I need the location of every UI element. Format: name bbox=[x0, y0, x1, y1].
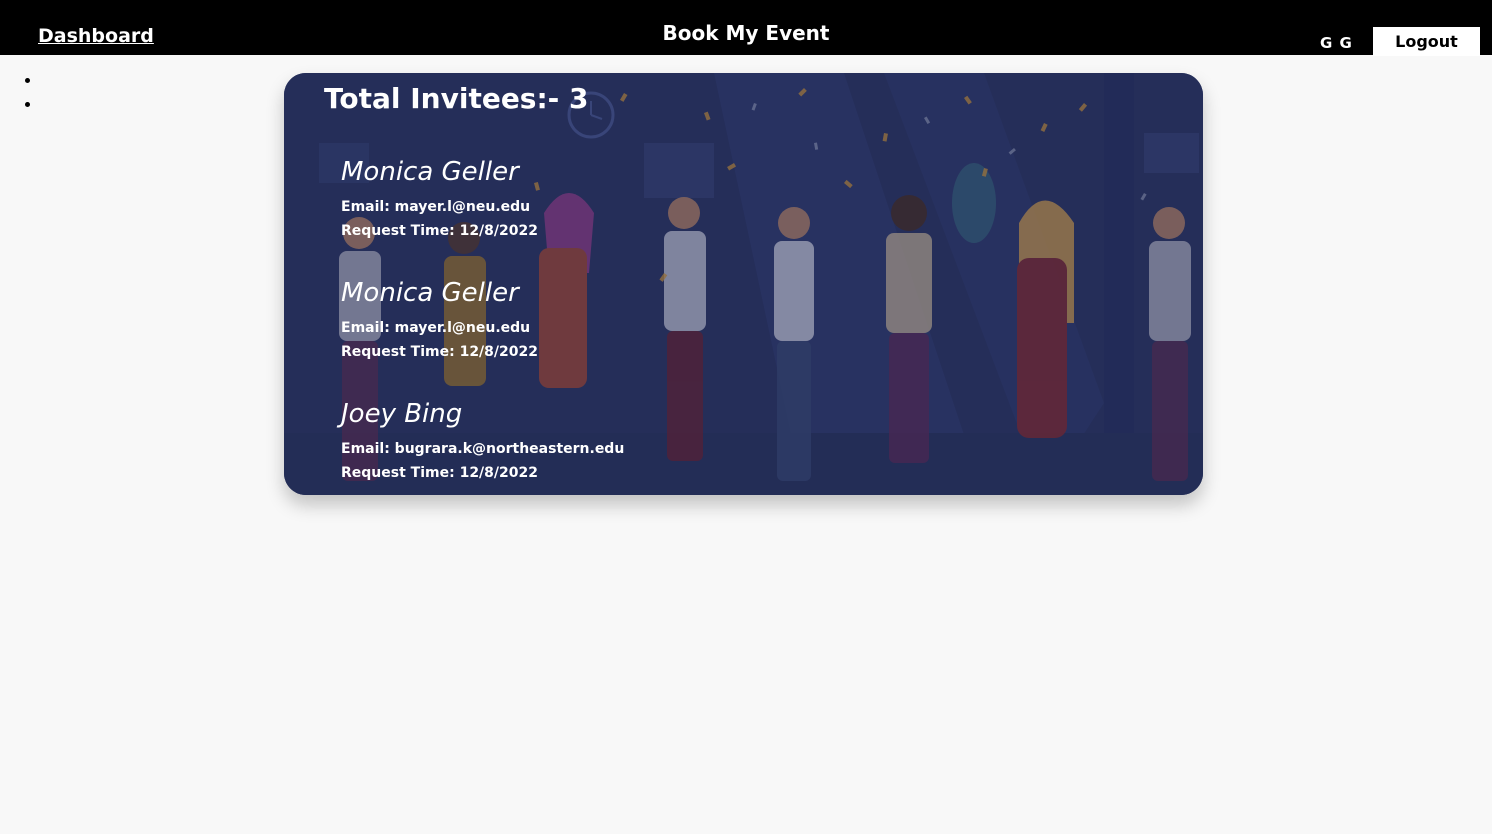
invitee-email: Email: mayer.l@neu.edu bbox=[341, 316, 538, 340]
invitee-request-time: Request Time: 12/8/2022 bbox=[341, 461, 624, 485]
logout-button[interactable]: Logout bbox=[1373, 27, 1480, 56]
request-time-value: 12/8/2022 bbox=[459, 344, 538, 360]
email-label: Email: bbox=[341, 199, 390, 215]
invitee-name: Monica Geller bbox=[341, 157, 519, 187]
email-value: mayer.l@neu.edu bbox=[394, 320, 531, 336]
invitee-entry: Monica Geller Email: mayer.l@neu.edu Req… bbox=[341, 157, 538, 243]
request-time-label: Request Time: bbox=[341, 344, 455, 360]
invitee-email: Email: bugrara.k@northeastern.edu bbox=[341, 437, 624, 461]
email-value: bugrara.k@northeastern.edu bbox=[394, 441, 625, 457]
invitee-name: Monica Geller bbox=[341, 278, 519, 308]
email-value: mayer.l@neu.edu bbox=[394, 199, 531, 215]
invitee-email: Email: mayer.l@neu.edu bbox=[341, 195, 538, 219]
empty-bullet-list bbox=[24, 72, 30, 120]
invitees-card: Total Invitees:- 3 Monica Geller Email: … bbox=[284, 73, 1203, 495]
invitee-entry: Monica Geller Email: mayer.l@neu.edu Req… bbox=[341, 278, 538, 364]
email-label: Email: bbox=[341, 320, 390, 336]
invitee-request-time: Request Time: 12/8/2022 bbox=[341, 340, 538, 364]
app-title: Book My Event bbox=[662, 21, 830, 45]
top-navbar: Dashboard Book My Event G G Logout bbox=[0, 0, 1492, 56]
user-initials: G G bbox=[1320, 34, 1353, 52]
request-time-label: Request Time: bbox=[341, 465, 455, 481]
invitee-request-time: Request Time: 12/8/2022 bbox=[341, 219, 538, 243]
request-time-value: 12/8/2022 bbox=[459, 465, 538, 481]
request-time-value: 12/8/2022 bbox=[459, 223, 538, 239]
email-label: Email: bbox=[341, 441, 390, 457]
list-item bbox=[24, 96, 30, 120]
request-time-label: Request Time: bbox=[341, 223, 455, 239]
total-invitees-heading: Total Invitees:- 3 bbox=[324, 82, 589, 115]
invitee-name: Joey Bing bbox=[341, 399, 463, 429]
list-item bbox=[24, 72, 30, 96]
invitee-entry: Joey Bing Email: bugrara.k@northeastern.… bbox=[341, 399, 624, 485]
